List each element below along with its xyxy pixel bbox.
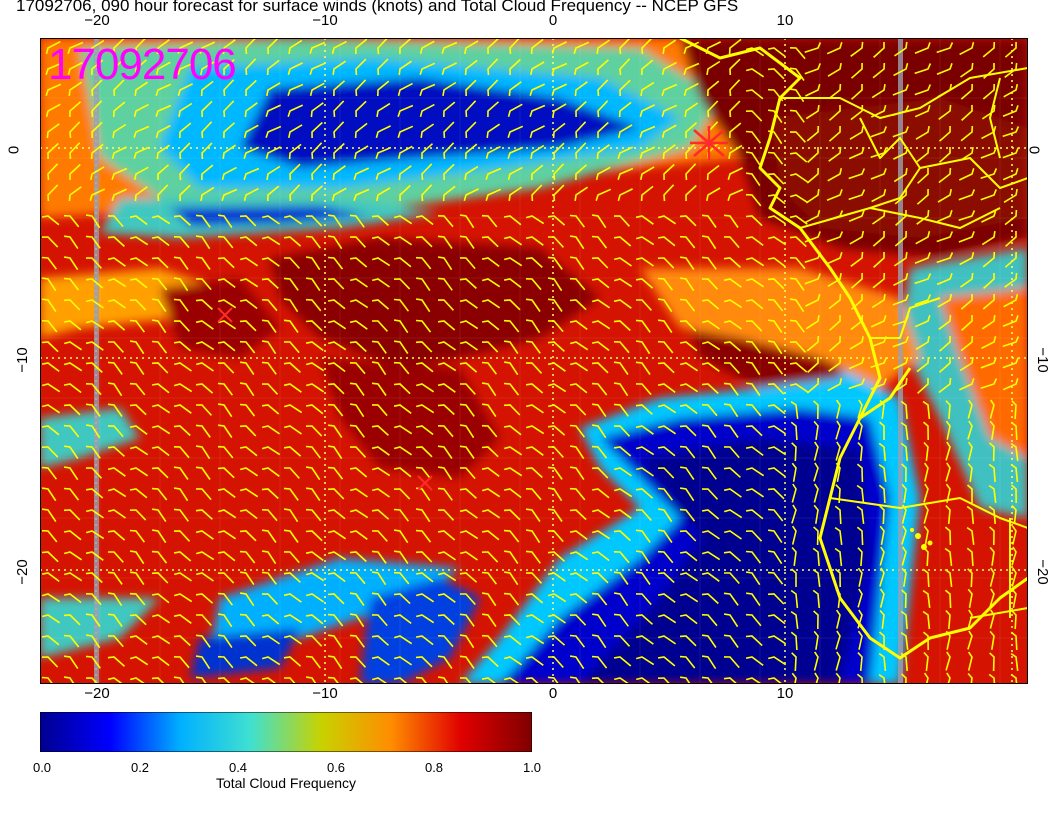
top-tick-label: 10 <box>776 12 794 29</box>
bottom-tick-label: −10 <box>312 685 338 702</box>
right-tick-label: −10 <box>1034 347 1052 373</box>
bottom-tick-label: −20 <box>84 685 110 702</box>
colorbar <box>39 711 533 753</box>
colorbar-gradient <box>39 711 533 753</box>
colorbar-title: Total Cloud Frequency <box>215 775 357 791</box>
left-tick-label: 0 <box>5 145 23 155</box>
colorbar-label: 0.2 <box>130 760 150 775</box>
map-title: 17092706, 090 hour forecast for surface … <box>16 0 739 15</box>
colorbar-label: 0.4 <box>228 760 248 775</box>
colorbar-label: 0.6 <box>326 760 346 775</box>
left-tick-label: −10 <box>14 347 32 373</box>
forecast-map <box>40 36 1029 693</box>
low-pressure-marker <box>690 126 728 160</box>
grey-strip <box>94 38 99 684</box>
colorbar-label: 0.0 <box>32 760 52 775</box>
left-tick-label: −20 <box>14 559 32 585</box>
top-tick-label: 0 <box>548 12 558 29</box>
colorbar-label: 1.0 <box>522 760 542 775</box>
colorbar-svg <box>39 711 533 753</box>
map-svg <box>40 36 1029 693</box>
bottom-tick-label: 10 <box>776 685 794 702</box>
top-tick-label: −10 <box>312 12 338 29</box>
top-tick-label: −20 <box>84 12 110 29</box>
date-stamp: 17092706 <box>48 40 237 89</box>
colorbar-label: 0.8 <box>424 760 444 775</box>
right-tick-label: 0 <box>1025 145 1043 155</box>
right-tick-label: −20 <box>1034 559 1052 585</box>
bottom-tick-label: 0 <box>548 685 558 702</box>
